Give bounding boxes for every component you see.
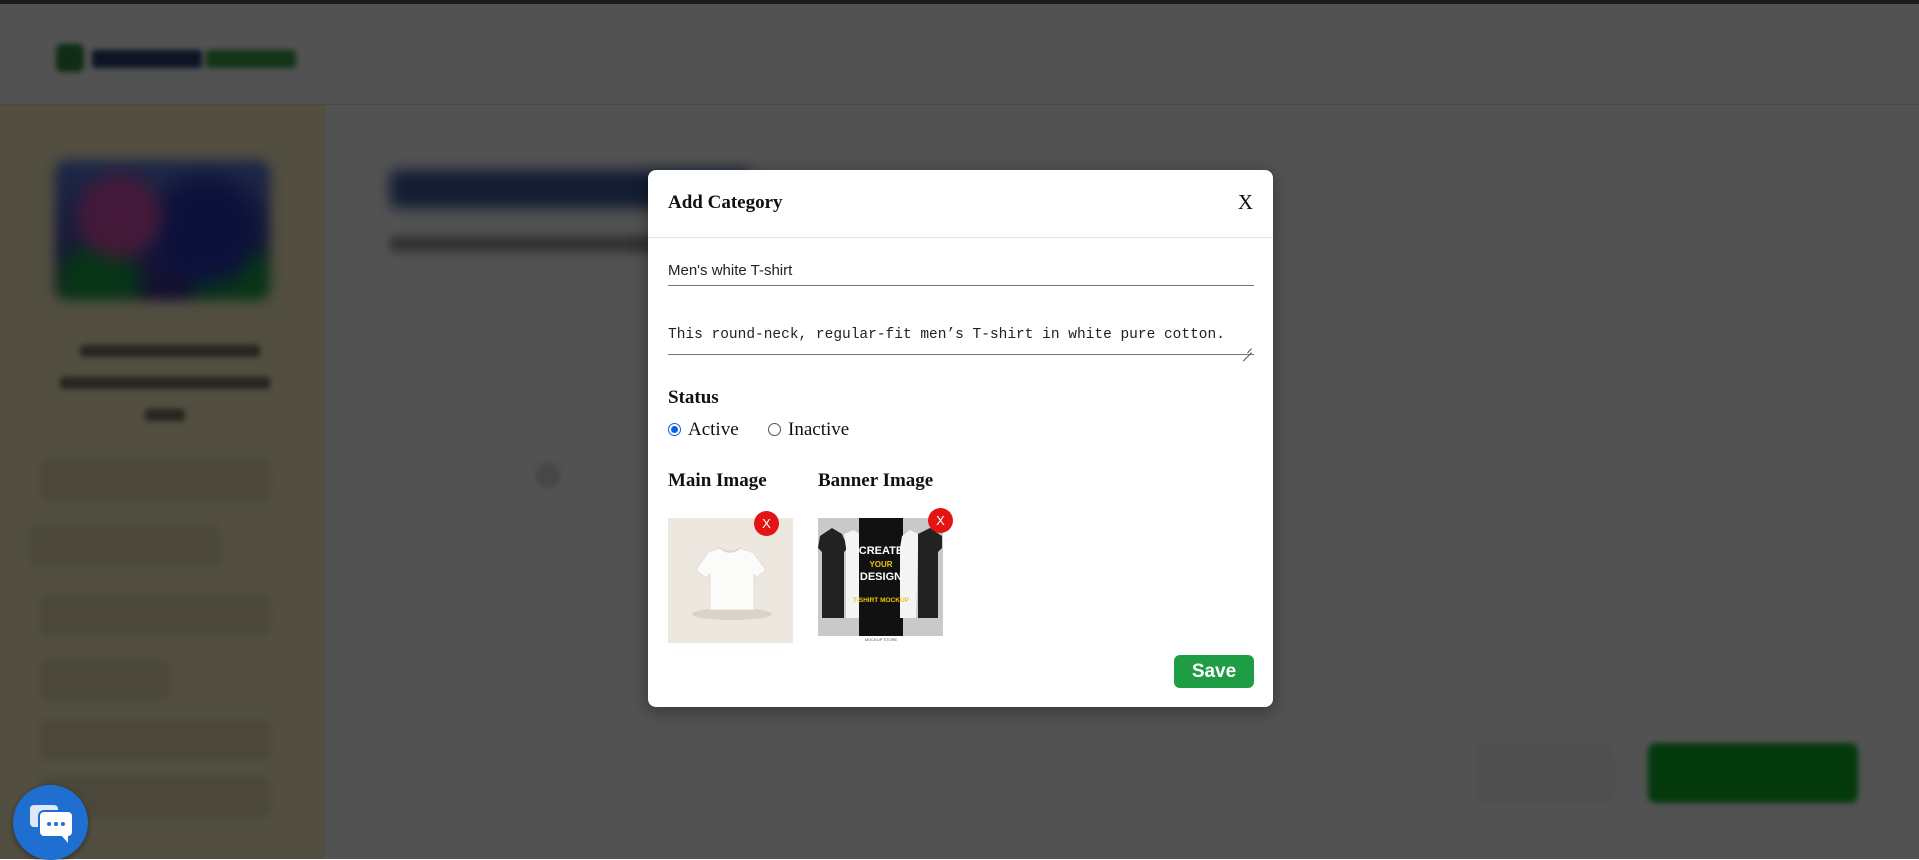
banner-caption: MOCKUP STORE bbox=[865, 637, 898, 642]
add-category-modal: Add Category X This round-neck, regular-… bbox=[648, 170, 1273, 707]
radio-button[interactable] bbox=[768, 423, 781, 436]
radio-button-checked[interactable] bbox=[668, 423, 681, 436]
main-image-thumbnail bbox=[668, 518, 793, 643]
banner-image-label: Banner Image bbox=[818, 470, 934, 491]
status-label: Status bbox=[668, 387, 719, 408]
remove-main-image-button[interactable]: X bbox=[754, 511, 779, 536]
banner-text-line: DESIGN bbox=[860, 571, 902, 583]
main-image-label: Main Image bbox=[668, 470, 767, 491]
category-description-textarea[interactable]: This round-neck, regular-fit men’s T-shi… bbox=[668, 315, 1254, 355]
banner-image-thumbnail: CREATE YOUR DESIGN T-SHIRT MOCKUP MOCKUP… bbox=[818, 518, 943, 643]
modal-header: Add Category X bbox=[648, 170, 1273, 238]
radio-label: Inactive bbox=[788, 419, 850, 440]
remove-icon: X bbox=[762, 516, 771, 531]
radio-label: Active bbox=[688, 419, 739, 440]
banner-text-line: YOUR bbox=[869, 560, 892, 569]
modal-title: Add Category bbox=[668, 192, 783, 213]
tshirt-mockup-image: CREATE YOUR DESIGN T-SHIRT MOCKUP MOCKUP… bbox=[818, 518, 943, 643]
white-tshirt-image bbox=[668, 518, 793, 643]
close-icon[interactable]: X bbox=[1238, 190, 1253, 215]
chat-widget-button[interactable] bbox=[13, 785, 88, 860]
textarea-resize-handle[interactable] bbox=[1242, 343, 1252, 353]
banner-text-line: CREATE bbox=[859, 545, 903, 557]
banner-text-line: T-SHIRT MOCKUP bbox=[853, 597, 910, 604]
remove-icon: X bbox=[936, 513, 945, 528]
save-button[interactable]: Save bbox=[1174, 655, 1254, 688]
remove-banner-image-button[interactable]: X bbox=[928, 508, 953, 533]
category-name-input[interactable] bbox=[668, 255, 1254, 286]
